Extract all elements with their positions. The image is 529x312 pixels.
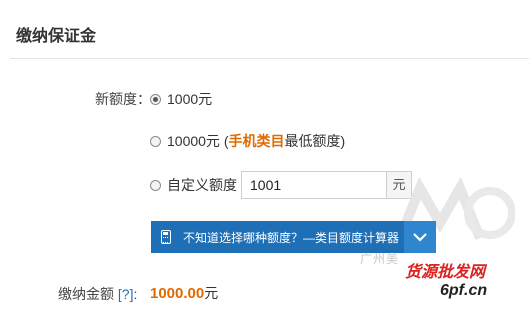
payment-amount: 1000.00元 — [150, 283, 218, 303]
radio-checked-icon[interactable] — [150, 93, 161, 105]
watermark-url: 6pf.cn — [440, 282, 488, 299]
calculator-icon — [161, 230, 171, 244]
payment-label-row: 缴纳金额 [?]: — [58, 284, 137, 304]
quota-label: 新额度： — [95, 91, 151, 107]
quota-option-highlight: 手机类目 — [228, 133, 285, 149]
radio-icon[interactable] — [150, 179, 161, 191]
payment-label: 缴纳金额 — [58, 286, 114, 302]
payment-amount-value: 1000.00 — [150, 285, 205, 302]
quota-option-label-prefix: 10000元 ( — [167, 133, 229, 149]
help-link[interactable]: [?] — [118, 286, 134, 302]
watermark-text: 广州美 — [360, 252, 400, 266]
page-title: 缴纳保证金 — [16, 28, 97, 45]
custom-quota-input[interactable]: 1001 — [241, 171, 386, 199]
calculator-label: 不知道选择哪种额度？—类目额度计算器 — [183, 230, 400, 245]
radio-icon[interactable] — [150, 135, 161, 147]
title-divider — [10, 58, 529, 59]
quota-option-label: 自定义额度 — [167, 177, 237, 193]
payment-currency: 元 — [204, 285, 219, 301]
quota-option-10000[interactable]: 10000元 (手机类目 最低额度) — [150, 131, 345, 151]
watermark-brand: 货源批发网 — [405, 264, 486, 281]
quota-option-1000[interactable]: 1000元 — [150, 89, 212, 109]
quota-option-label-suffix: 最低额度) — [284, 133, 346, 149]
quota-option-custom[interactable]: 自定义额度 — [150, 175, 237, 195]
chevron-down-icon[interactable] — [404, 221, 436, 253]
category-quota-calculator-link[interactable]: 不知道选择哪种额度？—类目额度计算器 — [151, 221, 436, 253]
quota-option-label: 1000元 — [167, 91, 213, 107]
payment-colon: : — [133, 286, 138, 302]
custom-quota-field: 1001 元 — [241, 171, 412, 199]
